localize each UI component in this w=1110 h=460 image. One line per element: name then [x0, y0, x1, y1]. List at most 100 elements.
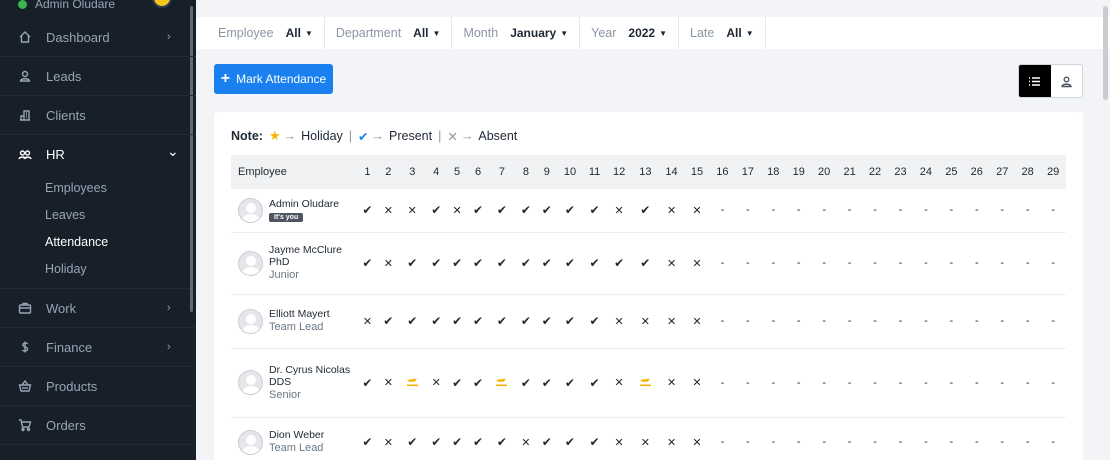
sidebar-subitem-holiday[interactable]: Holiday [0, 255, 196, 282]
present-check-icon[interactable]: ✔ [447, 417, 468, 460]
present-check-icon[interactable]: ✔ [583, 417, 607, 460]
absent-cross-icon[interactable]: ✕ [684, 294, 709, 348]
present-check-icon[interactable]: ✔ [515, 348, 536, 417]
absent-cross-icon[interactable]: ✕ [426, 348, 447, 417]
present-check-icon[interactable]: ✔ [606, 232, 631, 294]
absent-cross-icon[interactable]: ✕ [606, 348, 631, 417]
present-check-icon[interactable]: ✔ [557, 232, 582, 294]
present-check-icon[interactable]: ✔ [357, 232, 378, 294]
absent-cross-icon[interactable]: ✕ [606, 417, 631, 460]
employee-name[interactable]: Elliott Mayert [269, 308, 330, 320]
sidebar-item-dashboard[interactable]: Dashboard › [0, 18, 196, 57]
absent-cross-icon[interactable]: ✕ [659, 189, 684, 232]
sidebar-item-work[interactable]: Work › [0, 289, 196, 328]
avatar[interactable] [238, 429, 263, 455]
present-check-icon[interactable]: ✔ [468, 294, 489, 348]
sidebar-item-finance[interactable]: Finance › [0, 328, 196, 367]
absent-cross-icon[interactable]: ✕ [378, 189, 399, 232]
page-scrollbar[interactable] [1103, 6, 1108, 100]
present-check-icon[interactable]: ✔ [488, 417, 515, 460]
absent-cross-icon[interactable]: ✕ [606, 294, 631, 348]
present-check-icon[interactable]: ✔ [447, 232, 468, 294]
absent-cross-icon[interactable]: ✕ [515, 417, 536, 460]
present-check-icon[interactable]: ✔ [447, 348, 468, 417]
present-check-icon[interactable]: ✔ [447, 294, 468, 348]
sidebar-item-hr[interactable]: HR ⌄ [0, 135, 196, 174]
present-check-icon[interactable]: ✔ [536, 417, 557, 460]
present-check-icon[interactable]: ✔ [515, 232, 536, 294]
filter-year[interactable]: Year 2022 ▼ [580, 17, 680, 49]
present-check-icon[interactable]: ✔ [426, 294, 447, 348]
present-check-icon[interactable]: ✔ [583, 294, 607, 348]
absent-cross-icon[interactable]: ✕ [357, 294, 378, 348]
present-check-icon[interactable]: ✔ [488, 189, 515, 232]
absent-cross-icon[interactable]: ✕ [684, 417, 709, 460]
present-check-icon[interactable]: ✔ [557, 294, 582, 348]
leave-plane-icon[interactable] [488, 348, 515, 417]
present-check-icon[interactable]: ✔ [468, 189, 489, 232]
present-check-icon[interactable]: ✔ [468, 348, 489, 417]
absent-cross-icon[interactable]: ✕ [378, 417, 399, 460]
present-check-icon[interactable]: ✔ [488, 232, 515, 294]
present-check-icon[interactable]: ✔ [515, 294, 536, 348]
present-check-icon[interactable]: ✔ [583, 348, 607, 417]
absent-cross-icon[interactable]: ✕ [632, 294, 659, 348]
employee-name[interactable]: Admin Oludare [269, 198, 339, 210]
avatar[interactable] [238, 250, 263, 276]
absent-cross-icon[interactable]: ✕ [447, 189, 468, 232]
absent-cross-icon[interactable]: ✕ [659, 417, 684, 460]
present-check-icon[interactable]: ✔ [399, 232, 426, 294]
avatar[interactable] [238, 370, 263, 395]
present-check-icon[interactable]: ✔ [557, 417, 582, 460]
present-check-icon[interactable]: ✔ [468, 232, 489, 294]
avatar[interactable] [238, 308, 263, 334]
list-view-button[interactable] [1019, 65, 1051, 97]
mark-attendance-button[interactable]: + Mark Attendance [214, 64, 333, 94]
present-check-icon[interactable]: ✔ [399, 294, 426, 348]
present-check-icon[interactable]: ✔ [632, 232, 659, 294]
absent-cross-icon[interactable]: ✕ [684, 348, 709, 417]
absent-cross-icon[interactable]: ✕ [378, 348, 399, 417]
absent-cross-icon[interactable]: ✕ [399, 189, 426, 232]
present-check-icon[interactable]: ✔ [426, 232, 447, 294]
sidebar-subitem-employees[interactable]: Employees [0, 174, 196, 201]
present-check-icon[interactable]: ✔ [357, 417, 378, 460]
sidebar-subitem-attendance[interactable]: Attendance [0, 228, 196, 255]
present-check-icon[interactable]: ✔ [378, 294, 399, 348]
absent-cross-icon[interactable]: ✕ [632, 417, 659, 460]
present-check-icon[interactable]: ✔ [536, 348, 557, 417]
sidebar-item-clients[interactable]: Clients [0, 96, 196, 135]
absent-cross-icon[interactable]: ✕ [659, 294, 684, 348]
filter-month[interactable]: Month January ▼ [452, 17, 581, 49]
employee-name[interactable]: Dr. Cyrus Nicolas DDS [269, 364, 357, 388]
present-check-icon[interactable]: ✔ [399, 417, 426, 460]
present-check-icon[interactable]: ✔ [426, 417, 447, 460]
sidebar-subitem-leaves[interactable]: Leaves [0, 201, 196, 228]
filter-late[interactable]: Late All ▼ [679, 17, 766, 49]
present-check-icon[interactable]: ✔ [357, 348, 378, 417]
sidebar-item-products[interactable]: Products [0, 367, 196, 406]
present-check-icon[interactable]: ✔ [488, 294, 515, 348]
leave-plane-icon[interactable] [399, 348, 426, 417]
employee-name[interactable]: Dion Weber [269, 429, 324, 441]
absent-cross-icon[interactable]: ✕ [659, 232, 684, 294]
absent-cross-icon[interactable]: ✕ [684, 189, 709, 232]
absent-cross-icon[interactable]: ✕ [378, 232, 399, 294]
employee-name[interactable]: Jayme McClure PhD [269, 244, 357, 268]
leave-plane-icon[interactable] [632, 348, 659, 417]
present-check-icon[interactable]: ✔ [583, 189, 607, 232]
present-check-icon[interactable]: ✔ [468, 417, 489, 460]
present-check-icon[interactable]: ✔ [515, 189, 536, 232]
present-check-icon[interactable]: ✔ [557, 189, 582, 232]
absent-cross-icon[interactable]: ✕ [659, 348, 684, 417]
sidebar-user[interactable]: Admin Oludare [0, 0, 196, 18]
present-check-icon[interactable]: ✔ [632, 189, 659, 232]
avatar[interactable] [238, 197, 263, 223]
present-check-icon[interactable]: ✔ [357, 189, 378, 232]
present-check-icon[interactable]: ✔ [583, 232, 607, 294]
present-check-icon[interactable]: ✔ [536, 294, 557, 348]
filter-employee[interactable]: Employee All ▼ [196, 17, 325, 49]
absent-cross-icon[interactable]: ✕ [684, 232, 709, 294]
present-check-icon[interactable]: ✔ [426, 189, 447, 232]
sidebar-item-orders[interactable]: Orders [0, 406, 196, 445]
